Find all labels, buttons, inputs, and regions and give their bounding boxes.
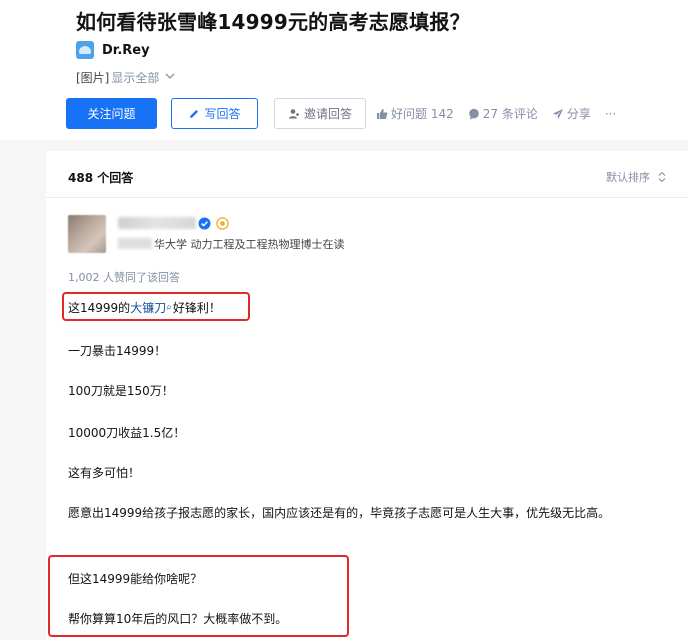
answer-paragraph-5: 这有多可怕！ [68, 466, 141, 480]
sort-arrows-icon [658, 171, 666, 183]
author-name-blurred[interactable] [118, 217, 196, 229]
asker-avatar[interactable] [76, 41, 94, 59]
asker-name[interactable]: Dr.Rey [102, 43, 150, 58]
write-answer-button[interactable]: 写回答 [171, 98, 258, 129]
good-question-button[interactable]: 好问题 142 [376, 105, 454, 122]
author-bio-text: 华大学 动力工程及工程热物理博士在读 [154, 238, 345, 251]
question-actions: 关注问题 写回答 邀请回答 好问题 142 27 条评论 分享 ··· [66, 98, 616, 129]
invite-answer-button[interactable]: 邀请回答 [274, 98, 366, 129]
author-avatar[interactable] [68, 215, 106, 253]
author-bio: 华大学 动力工程及工程热物理博士在读 [118, 236, 345, 252]
question-title[interactable]: 如何看待张雪峰14999元的高考志愿填报？ [76, 6, 470, 35]
answer-paragraph-4: 10000刀收益1.5亿！ [68, 426, 186, 440]
comments-label: 27 条评论 [482, 107, 538, 121]
answer-paragraph-2: 一刀暴击14999！ [68, 344, 167, 358]
more-button[interactable]: ··· [605, 107, 616, 121]
invite-answer-label: 邀请回答 [303, 107, 352, 121]
share-label: 分享 [566, 107, 591, 121]
question-header: 如何看待张雪峰14999元的高考志愿填报？ Dr.Rey [图片] 显示全部 关… [0, 0, 688, 140]
image-tag: [图片] [76, 71, 110, 85]
comments-button[interactable]: 27 条评论 [468, 105, 538, 122]
paper-plane-icon [552, 108, 564, 120]
gold-badge-icon [216, 215, 229, 230]
write-answer-label: 写回答 [204, 107, 241, 121]
sort-dropdown[interactable]: 默认排序 [606, 169, 666, 185]
show-all-link[interactable]: 显示全部 [111, 69, 159, 86]
pencil-icon [188, 108, 200, 120]
good-question-label: 好问题 142 [391, 107, 454, 121]
answer-list: 488 个回答 默认排序 华大学 动力工程及工程热物理博士在读 1,002 人赞… [46, 151, 688, 640]
sort-label: 默认排序 [606, 171, 650, 184]
answer-paragraph-6: 愿意出14999给孩子报志愿的家长，国内应该还是有的，毕竟孩子志愿可是人生大事，… [68, 506, 611, 520]
share-button[interactable]: 分享 [552, 105, 591, 122]
comment-icon [468, 108, 480, 120]
thumbs-up-icon [376, 108, 388, 120]
highlight-box-1 [62, 292, 250, 321]
upvote-info: 1,002 人赞同了该回答 [68, 271, 180, 284]
user-plus-icon [288, 108, 300, 120]
answer-paragraph-3: 100刀就是150万！ [68, 384, 174, 398]
follow-question-button[interactable]: 关注问题 [66, 98, 157, 129]
divider [46, 197, 688, 198]
highlight-box-2 [48, 555, 349, 637]
question-description: [图片] 显示全部 [76, 69, 175, 86]
chevron-down-icon[interactable] [165, 72, 175, 83]
verified-badge-icon [198, 215, 211, 230]
bio-blurred-part [118, 238, 152, 249]
asker[interactable]: Dr.Rey [76, 41, 150, 59]
answers-count: 488 个回答 [68, 171, 134, 185]
